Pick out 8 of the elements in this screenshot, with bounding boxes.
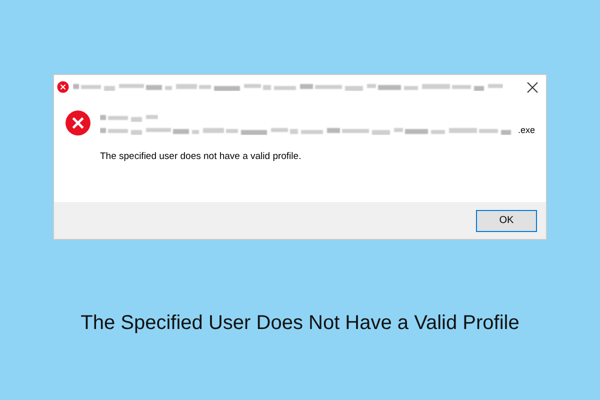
blurred-text [100,114,158,122]
close-icon[interactable] [527,82,538,92]
error-icon [65,110,91,136]
ok-button[interactable]: OK [476,210,537,232]
caption: The Specified User Does Not Have a Valid Profile [80,311,520,336]
file-extension: .exe [518,125,536,135]
error-message: The specified user does not have a valid profile. [100,150,302,164]
error-icon [57,81,69,93]
